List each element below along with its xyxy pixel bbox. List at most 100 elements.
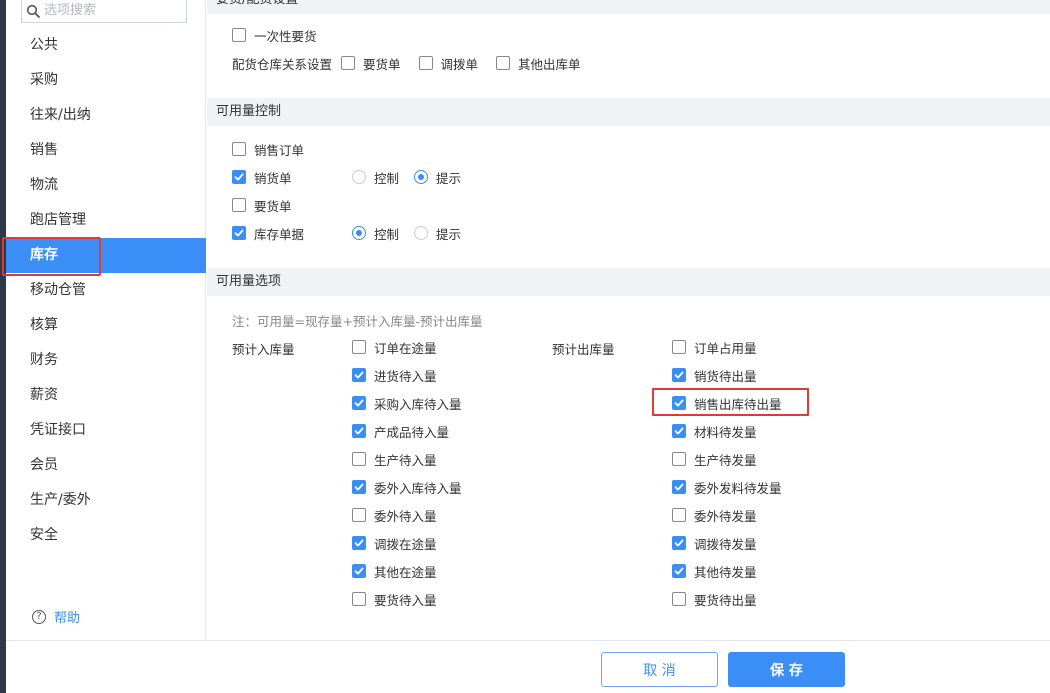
check-icon xyxy=(234,173,244,181)
outbound-option[interactable]: 材料待发量 xyxy=(672,421,757,441)
help-link[interactable]: ? 帮助 xyxy=(32,607,80,626)
radio-label: 控制 xyxy=(374,170,400,186)
control-checkbox-row[interactable]: 销货单 xyxy=(232,167,292,187)
relation-option[interactable]: 调拨单 xyxy=(418,54,479,73)
outbound-option[interactable]: 委外待发量 xyxy=(672,505,757,525)
inbound-option[interactable]: 产成品待入量 xyxy=(352,421,449,441)
sidebar-item[interactable]: 核算 xyxy=(6,308,206,343)
checkbox-box[interactable] xyxy=(341,56,356,70)
relation-option[interactable]: 其他出库单 xyxy=(496,54,581,73)
checkbox-box[interactable] xyxy=(418,56,433,70)
sidebar-item[interactable]: 安全 xyxy=(6,518,206,553)
radio-label: 控制 xyxy=(374,226,400,242)
inbound-option[interactable]: 采购入库待入量 xyxy=(352,393,462,413)
radio-control[interactable]: 控制 xyxy=(352,167,399,187)
checkbox-box[interactable] xyxy=(672,536,686,550)
checkbox-box[interactable] xyxy=(672,424,686,438)
inbound-option[interactable]: 其他在途量 xyxy=(352,561,437,581)
checkbox-box[interactable] xyxy=(672,340,686,354)
checkbox-box[interactable] xyxy=(496,56,511,70)
relation-setting-row: 配货仓库关系设置 要货单 调拨单 其他出库单 xyxy=(232,53,581,73)
section-header-allocation: 要货/配货设置 xyxy=(207,0,1050,14)
checkbox-box[interactable] xyxy=(352,592,366,606)
sidebar-item[interactable]: 公共 xyxy=(6,28,206,63)
radio-hint[interactable]: 提示 xyxy=(414,223,461,243)
outbound-option[interactable]: 要货待出量 xyxy=(672,589,757,609)
checkbox-box[interactable] xyxy=(352,536,366,550)
radio-label: 提示 xyxy=(436,170,462,186)
sidebar-item[interactable]: 销售 xyxy=(6,133,206,168)
checkbox-label: 其他出库单 xyxy=(518,56,581,72)
checkbox-box[interactable] xyxy=(352,340,366,354)
radio-button[interactable] xyxy=(352,226,366,240)
inbound-option[interactable]: 要货待入量 xyxy=(352,589,437,609)
checkbox-label: 订单占用量 xyxy=(694,340,757,356)
relation-option[interactable]: 要货单 xyxy=(341,54,401,73)
control-checkbox-row[interactable]: 销售订单 xyxy=(232,139,304,159)
outbound-option[interactable]: 调拨待发量 xyxy=(672,533,757,553)
sidebar-item[interactable]: 会员 xyxy=(6,448,206,483)
sidebar-item[interactable]: 财务 xyxy=(6,343,206,378)
control-checkbox-row[interactable]: 库存单据 xyxy=(232,223,304,243)
checkbox-box[interactable] xyxy=(672,452,686,466)
checkbox-box[interactable] xyxy=(352,452,366,466)
checkbox-box[interactable] xyxy=(672,480,686,494)
expected-outbound-label: 预计出库量 xyxy=(552,342,615,357)
checkbox-box[interactable] xyxy=(352,564,366,578)
checkbox-box[interactable] xyxy=(232,226,246,240)
checkbox-one-time-request[interactable]: 一次性要货 xyxy=(232,25,317,45)
checkbox-box[interactable] xyxy=(352,480,366,494)
inbound-option[interactable]: 订单在途量 xyxy=(352,337,437,357)
sidebar-item[interactable]: 库存 xyxy=(2,237,206,276)
sidebar-item[interactable]: 生产/委外 xyxy=(6,483,206,518)
sidebar-item[interactable]: 跑店管理 xyxy=(6,203,206,238)
save-button[interactable]: 保 存 xyxy=(728,652,845,687)
inbound-option[interactable]: 调拨在途量 xyxy=(352,533,437,553)
sidebar-item[interactable]: 往来/出纳 xyxy=(6,98,206,133)
outbound-option[interactable]: 其他待发量 xyxy=(672,561,757,581)
checkbox-label: 委外入库待入量 xyxy=(374,480,462,496)
radio-button[interactable] xyxy=(352,170,366,184)
inbound-option[interactable]: 进货待入量 xyxy=(352,365,437,385)
check-icon xyxy=(354,567,364,575)
radio-button[interactable] xyxy=(414,226,428,240)
radio-control[interactable]: 控制 xyxy=(352,223,399,243)
search-box[interactable] xyxy=(21,0,187,23)
checkbox-box[interactable] xyxy=(352,424,366,438)
checkbox-label: 调拨单 xyxy=(440,56,479,72)
radio-label: 提示 xyxy=(436,226,462,242)
outbound-option[interactable]: 委外发料待发量 xyxy=(672,477,782,497)
sidebar-item[interactable]: 物流 xyxy=(6,168,206,203)
inbound-option[interactable]: 生产待入量 xyxy=(352,449,437,469)
inbound-option[interactable]: 委外待入量 xyxy=(352,505,437,525)
checkbox-box[interactable] xyxy=(352,396,366,410)
checkbox-box[interactable] xyxy=(352,508,366,522)
outbound-option[interactable]: 销货待出量 xyxy=(672,365,757,385)
sidebar-item[interactable]: 移动仓管 xyxy=(6,273,206,308)
checkbox-label: 一次性要货 xyxy=(254,28,317,44)
checkbox-box[interactable] xyxy=(672,368,686,382)
checkbox-box[interactable] xyxy=(672,564,686,578)
checkbox-box[interactable] xyxy=(232,142,246,156)
sidebar-item[interactable]: 采购 xyxy=(6,63,206,98)
search-input[interactable] xyxy=(44,3,174,18)
sidebar-item[interactable]: 薪资 xyxy=(6,378,206,413)
outbound-option[interactable]: 生产待发量 xyxy=(672,449,757,469)
sidebar-item[interactable]: 凭证接口 xyxy=(6,413,206,448)
checkbox-label: 调拨在途量 xyxy=(374,536,437,552)
inbound-option[interactable]: 委外入库待入量 xyxy=(352,477,462,497)
relation-options: 要货单 调拨单 其他出库单 xyxy=(332,54,581,73)
checkbox-label: 要货待出量 xyxy=(694,592,757,608)
checkbox-box[interactable] xyxy=(232,198,246,212)
checkbox-box[interactable] xyxy=(232,28,246,42)
checkbox-box[interactable] xyxy=(232,170,246,184)
control-checkbox-row[interactable]: 要货单 xyxy=(232,195,292,215)
check-icon xyxy=(354,399,364,407)
radio-button[interactable] xyxy=(414,170,428,184)
checkbox-box[interactable] xyxy=(352,368,366,382)
outbound-option[interactable]: 订单占用量 xyxy=(672,337,757,357)
radio-hint[interactable]: 提示 xyxy=(414,167,461,187)
checkbox-box[interactable] xyxy=(672,508,686,522)
checkbox-box[interactable] xyxy=(672,592,686,606)
cancel-button[interactable]: 取 消 xyxy=(601,652,718,687)
